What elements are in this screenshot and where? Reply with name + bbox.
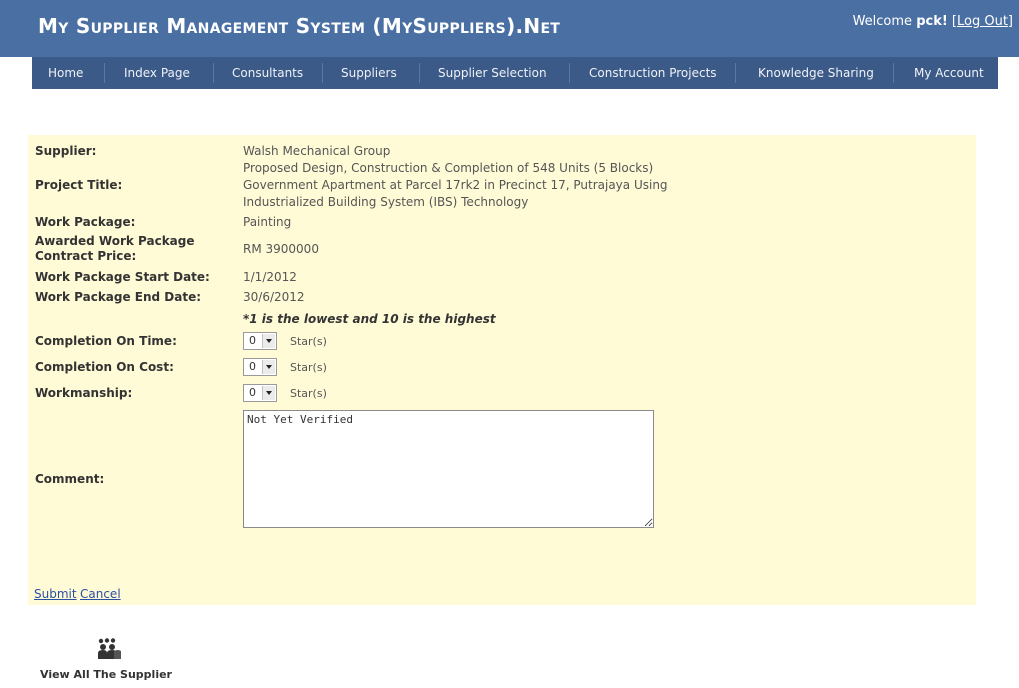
completion-on-time-select[interactable]: 0 — [243, 332, 277, 350]
awarded-price-label-2: Contract Price: — [35, 249, 137, 263]
main-nav: Home Index Page Consultants Suppliers Su… — [32, 57, 998, 89]
project-title-line-3: Industrialized Building System (IBS) Tec… — [243, 195, 529, 209]
chevron-down-icon[interactable] — [262, 334, 275, 348]
cancel-link[interactable]: Cancel — [80, 587, 121, 601]
selected-value: 0 — [249, 360, 256, 373]
welcome-text: Welcome — [852, 14, 913, 29]
work-package-value: Painting — [243, 215, 292, 229]
comment-textarea[interactable]: Not Yet Verified — [243, 410, 654, 528]
app-title: My Supplier Management System (MySupplie… — [38, 14, 561, 38]
start-date-label: Work Package Start Date: — [35, 270, 210, 284]
chevron-down-icon[interactable] — [262, 360, 275, 374]
submit-link[interactable]: Submit — [34, 587, 77, 601]
nav-divider — [213, 63, 214, 83]
nav-divider — [419, 63, 420, 83]
selected-value: 0 — [249, 386, 256, 399]
stars-unit: Star(s) — [290, 387, 327, 400]
nav-knowledge-sharing[interactable]: Knowledge Sharing — [758, 66, 874, 80]
rating-form-panel: Supplier: Walsh Mechanical Group Project… — [28, 135, 976, 605]
work-package-label: Work Package: — [35, 215, 136, 229]
nav-construction-projects[interactable]: Construction Projects — [589, 66, 717, 80]
view-all-suppliers-link[interactable]: View All The Supplier — [40, 668, 172, 681]
username: pck! — [916, 14, 948, 29]
login-status: Welcome pck! [Log Out] — [852, 14, 1013, 29]
comment-text: Not Yet Verified — [247, 413, 353, 426]
completion-on-cost-select[interactable]: 0 — [243, 358, 277, 376]
rating-scale-note: *1 is the lowest and 10 is the highest — [243, 312, 496, 326]
nav-supplier-selection[interactable]: Supplier Selection — [438, 66, 547, 80]
stars-unit: Star(s) — [290, 335, 327, 348]
completion-on-time-label: Completion On Time: — [35, 334, 177, 348]
nav-consultants[interactable]: Consultants — [232, 66, 303, 80]
nav-divider — [104, 63, 105, 83]
end-date-label: Work Package End Date: — [35, 290, 202, 304]
stars-unit: Star(s) — [290, 361, 327, 374]
workmanship-label: Workmanship: — [35, 386, 133, 400]
project-title-line-2: Government Apartment at Parcel 17rk2 in … — [243, 178, 668, 192]
resize-grip-icon[interactable] — [644, 518, 652, 526]
chevron-down-icon[interactable] — [262, 386, 275, 400]
completion-on-cost-label: Completion On Cost: — [35, 360, 174, 374]
nav-suppliers[interactable]: Suppliers — [341, 66, 397, 80]
header-bar: My Supplier Management System (MySupplie… — [0, 0, 1019, 57]
nav-divider — [893, 63, 894, 83]
awarded-price-value: RM 3900000 — [243, 242, 319, 256]
start-date-value: 1/1/2012 — [243, 270, 297, 284]
nav-my-account[interactable]: My Account — [914, 66, 984, 80]
nav-home[interactable]: Home — [48, 66, 83, 80]
selected-value: 0 — [249, 334, 256, 347]
supplier-label: Supplier: — [35, 144, 97, 158]
end-date-value: 30/6/2012 — [243, 290, 305, 304]
logout-link[interactable]: Log Out — [957, 14, 1008, 29]
people-icon[interactable] — [97, 638, 123, 659]
nav-index-page[interactable]: Index Page — [124, 66, 190, 80]
workmanship-select[interactable]: 0 — [243, 384, 277, 402]
nav-divider — [569, 63, 570, 83]
supplier-value: Walsh Mechanical Group — [243, 144, 391, 158]
project-title-label: Project Title: — [35, 178, 123, 192]
nav-divider — [735, 63, 736, 83]
project-title-line-1: Proposed Design, Construction & Completi… — [243, 161, 654, 175]
nav-divider — [322, 63, 323, 83]
awarded-price-label: Awarded Work Package — [35, 234, 195, 248]
comment-label: Comment: — [35, 472, 105, 486]
